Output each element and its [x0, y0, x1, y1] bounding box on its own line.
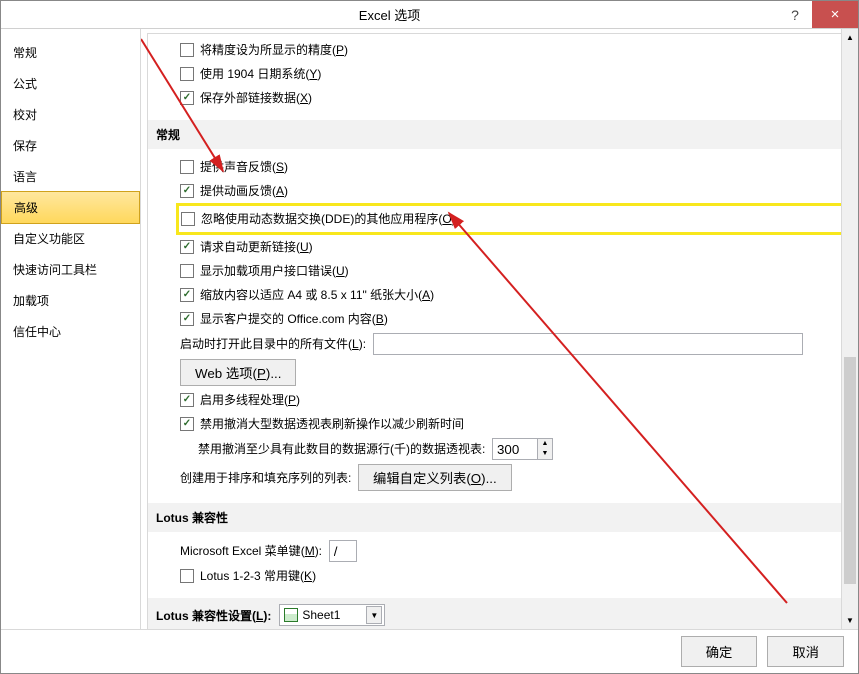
content-inner: 将精度设为所显示的精度(P) 使用 1904 日期系统(Y) 保存外部链接数据(X)… [147, 33, 852, 629]
help-button[interactable]: ? [778, 1, 812, 28]
general-option-label-4: 显示加载项用户接口错误(U) [200, 261, 349, 281]
highlight-annotation: 忽略使用动态数据交换(DDE)的其他应用程序(O) [176, 203, 844, 235]
sidebar-item-7[interactable]: 快速访问工具栏 [1, 254, 140, 285]
options-dialog: Excel 选项 ? × 常规公式校对保存语言高级自定义功能区快速访问工具栏加载… [0, 0, 859, 674]
calc-option-checkbox-1[interactable] [180, 67, 194, 81]
pivot-rows-spinner[interactable]: ▲▼ [492, 438, 553, 460]
dialog-body: 常规公式校对保存语言高级自定义功能区快速访问工具栏加载项信任中心 将精度设为所显… [1, 29, 858, 629]
workbook-calc-options: 将精度设为所显示的精度(P) 使用 1904 日期系统(Y) 保存外部链接数据(X) [162, 38, 844, 110]
web-options-row: Web 选项(P)... [162, 357, 844, 388]
calc-option-row-0[interactable]: 将精度设为所显示的精度(P) [180, 38, 844, 62]
excel-menu-key-input[interactable] [329, 540, 357, 562]
window-title: Excel 选项 [1, 5, 778, 24]
sidebar-item-6[interactable]: 自定义功能区 [1, 223, 140, 254]
startup-dir-label: 启动时打开此目录中的所有文件(L): [180, 334, 366, 354]
sidebar-item-0[interactable]: 常规 [1, 37, 140, 68]
titlebar: Excel 选项 ? × [1, 1, 858, 29]
general-option-label-6: 显示客户提交的 Office.com 内容(B) [200, 309, 388, 329]
web-options-button[interactable]: Web 选项(P)... [180, 359, 296, 386]
worksheet-icon [284, 608, 298, 622]
general-option-checkbox-0[interactable] [180, 160, 194, 174]
multithread-label: 启用多线程处理(P) [200, 390, 300, 410]
sidebar-item-5[interactable]: 高级 [1, 191, 140, 224]
pivot-rows-label: 禁用撤消至少具有此数目的数据源行(千)的数据透视表: [198, 439, 485, 459]
spinner-buttons[interactable]: ▲▼ [538, 438, 553, 460]
calc-option-label-2: 保存外部链接数据(X) [200, 88, 312, 108]
lotus-nav-row[interactable]: Lotus 1-2-3 常用键(K) [162, 564, 844, 588]
edit-custom-lists-button[interactable]: 编辑自定义列表(O)... [358, 464, 512, 491]
calc-option-checkbox-2[interactable] [180, 91, 194, 105]
general-option-label-3: 请求自动更新链接(U) [200, 237, 313, 257]
scroll-up-icon[interactable]: ▲ [842, 29, 858, 46]
lotus-settings-label: Lotus 兼容性设置(L): [156, 607, 271, 624]
calc-option-checkbox-0[interactable] [180, 43, 194, 57]
sidebar-item-3[interactable]: 保存 [1, 130, 140, 161]
cancel-button[interactable]: 取消 [767, 636, 844, 667]
sidebar-item-4[interactable]: 语言 [1, 161, 140, 192]
vertical-scrollbar[interactable]: ▲ ▼ [841, 29, 858, 629]
general-option-row-0[interactable]: 提供声音反馈(S) [180, 155, 844, 179]
lotus-nav-checkbox[interactable] [180, 569, 194, 583]
general-option-row-2[interactable]: 忽略使用动态数据交换(DDE)的其他应用程序(O) [181, 207, 839, 231]
sheet-name: Sheet1 [302, 608, 362, 622]
general-option-label-2: 忽略使用动态数据交换(DDE)的其他应用程序(O) [201, 209, 456, 229]
general-option-checkbox-4[interactable] [180, 264, 194, 278]
scroll-down-icon[interactable]: ▼ [842, 612, 858, 629]
lotus-nav-label: Lotus 1-2-3 常用键(K) [200, 566, 316, 586]
titlebar-buttons: ? × [778, 1, 858, 28]
calc-option-label-1: 使用 1904 日期系统(Y) [200, 64, 321, 84]
general-option-row-3[interactable]: 请求自动更新链接(U) [180, 235, 844, 259]
sheet-dropdown[interactable]: Sheet1 ▼ [279, 604, 385, 626]
calc-option-row-1[interactable]: 使用 1904 日期系统(Y) [180, 62, 844, 86]
general-option-label-0: 提供声音反馈(S) [200, 157, 288, 177]
general-option-checkbox-2[interactable] [181, 212, 195, 226]
calc-option-row-2[interactable]: 保存外部链接数据(X) [180, 86, 844, 110]
scroll-track[interactable] [842, 46, 858, 612]
general-option-row-1[interactable]: 提供动画反馈(A) [180, 179, 844, 203]
excel-menu-key-row: Microsoft Excel 菜单键(M): [162, 538, 844, 564]
excel-menu-key-label: Microsoft Excel 菜单键(M): [180, 541, 322, 561]
pivot-refresh-row[interactable]: 禁用撤消大型数据透视表刷新操作以减少刷新时间 [162, 412, 844, 436]
spin-down-icon[interactable]: ▼ [538, 449, 552, 459]
scroll-thumb[interactable] [844, 357, 856, 583]
general-option-checkbox-5[interactable] [180, 288, 194, 302]
general-option-row-5[interactable]: 缩放内容以适应 A4 或 8.5 x 11" 纸张大小(A) [180, 283, 844, 307]
sidebar-item-1[interactable]: 公式 [1, 68, 140, 99]
pivot-rows-row: 禁用撤消至少具有此数目的数据源行(千)的数据透视表: ▲▼ [162, 436, 844, 462]
general-option-label-5: 缩放内容以适应 A4 或 8.5 x 11" 纸张大小(A) [200, 285, 434, 305]
section-lotus-header: Lotus 兼容性 [148, 503, 852, 532]
sidebar-item-8[interactable]: 加载项 [1, 285, 140, 316]
content-pane: 将精度设为所显示的精度(P) 使用 1904 日期系统(Y) 保存外部链接数据(X)… [141, 29, 858, 629]
general-option-label-1: 提供动画反馈(A) [200, 181, 288, 201]
multithread-checkbox[interactable] [180, 393, 194, 407]
general-option-checkbox-6[interactable] [180, 312, 194, 326]
sort-lists-label: 创建用于排序和填充序列的列表: [180, 468, 351, 488]
section-lotus-settings-header: Lotus 兼容性设置(L): Sheet1 ▼ [148, 598, 852, 629]
sort-lists-row: 创建用于排序和填充序列的列表: 编辑自定义列表(O)... [162, 462, 844, 493]
general-option-checkbox-3[interactable] [180, 240, 194, 254]
pivot-refresh-checkbox[interactable] [180, 417, 194, 431]
general-options: 提供声音反馈(S) 提供动画反馈(A) 忽略使用动态数据交换(DDE)的其他应用程序… [162, 155, 844, 331]
ok-button[interactable]: 确定 [681, 636, 758, 667]
dialog-footer: 确定 取消 [1, 629, 858, 673]
sidebar-item-9[interactable]: 信任中心 [1, 316, 140, 347]
category-sidebar: 常规公式校对保存语言高级自定义功能区快速访问工具栏加载项信任中心 [1, 29, 141, 629]
startup-dir-row: 启动时打开此目录中的所有文件(L): [162, 331, 844, 357]
pivot-refresh-label: 禁用撤消大型数据透视表刷新操作以减少刷新时间 [200, 414, 464, 434]
multithread-row[interactable]: 启用多线程处理(P) [162, 388, 844, 412]
close-button[interactable]: × [812, 1, 858, 28]
sidebar-item-2[interactable]: 校对 [1, 99, 140, 130]
general-option-checkbox-1[interactable] [180, 184, 194, 198]
section-general-header: 常规 [148, 120, 852, 149]
startup-dir-input[interactable] [373, 333, 803, 355]
pivot-rows-input[interactable] [492, 438, 538, 460]
general-option-row-4[interactable]: 显示加载项用户接口错误(U) [180, 259, 844, 283]
chevron-down-icon[interactable]: ▼ [366, 606, 382, 624]
general-option-row-6[interactable]: 显示客户提交的 Office.com 内容(B) [180, 307, 844, 331]
calc-option-label-0: 将精度设为所显示的精度(P) [200, 40, 348, 60]
